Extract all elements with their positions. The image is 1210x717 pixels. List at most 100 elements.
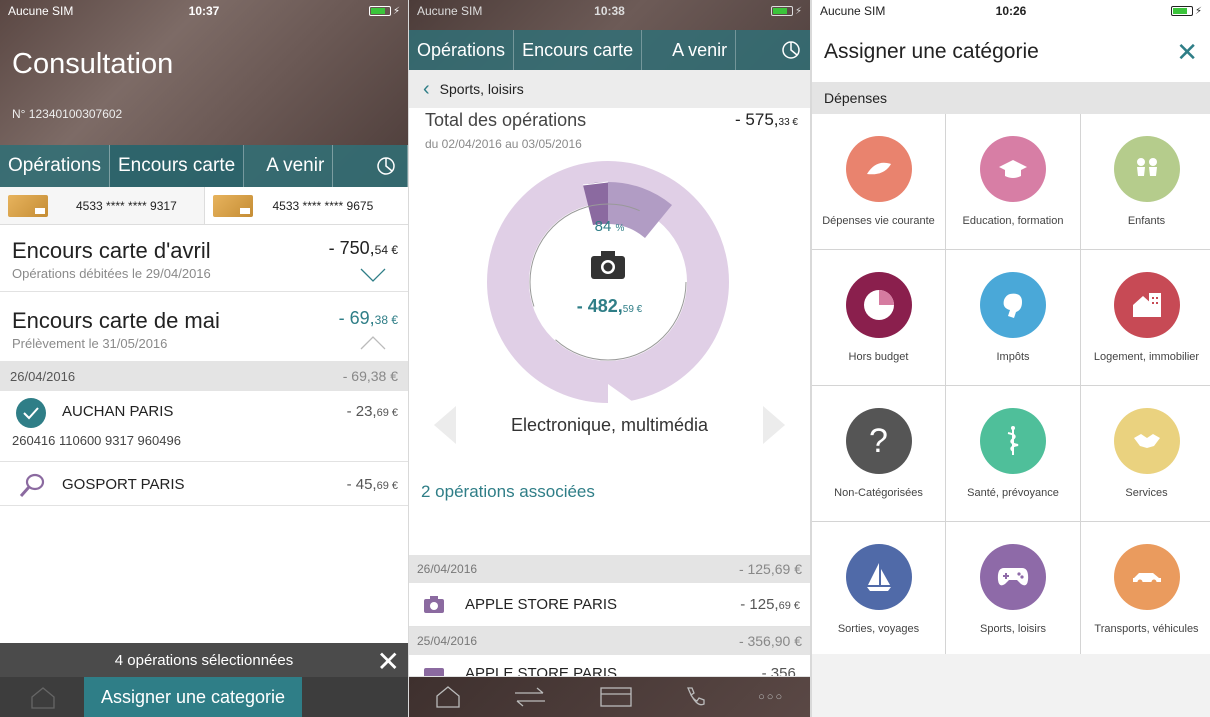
associated-operations-link[interactable]: 2 opérations associées bbox=[421, 482, 595, 502]
status-bar: Aucune SIM 10:38 ⚡ bbox=[409, 0, 810, 22]
operation-name: AUCHAN PARIS bbox=[62, 403, 174, 420]
date-label: 26/04/2016 bbox=[417, 562, 478, 576]
total-amount: - 575,33 € bbox=[735, 110, 798, 129]
encours-april[interactable]: Encours carte d'avril Opérations débitée… bbox=[0, 226, 408, 292]
bread-icon bbox=[845, 136, 912, 202]
caduceus-icon bbox=[980, 408, 1046, 474]
category-grid: Dépenses vie courante Education, formati… bbox=[812, 114, 1210, 657]
category-services[interactable]: Services bbox=[1081, 386, 1210, 521]
category-label: Non-Catégorisées bbox=[834, 487, 923, 499]
tab-operations[interactable]: Opérations bbox=[0, 145, 110, 187]
category-impots[interactable]: Impôts bbox=[946, 250, 1080, 385]
operation-detail: 260416 110600 9317 960496 bbox=[12, 433, 181, 448]
category-amount: - 482,59 € bbox=[576, 296, 643, 316]
date-range: du 02/04/2016 au 03/05/2016 bbox=[425, 137, 582, 151]
operation-amount: - 23,69 € bbox=[346, 403, 398, 420]
gamepad-icon bbox=[980, 544, 1046, 610]
category-label: Sorties, voyages bbox=[837, 623, 920, 635]
operation-row[interactable]: APPLE STORE PARIS - 125,69 € bbox=[409, 583, 810, 627]
date-label: 26/04/2016 bbox=[10, 368, 76, 384]
credit-card-icon bbox=[8, 194, 48, 217]
encours-may[interactable]: Encours carte de mai Prélèvement le 31/0… bbox=[0, 292, 408, 360]
camera-icon bbox=[591, 251, 625, 279]
operation-amount: - 125,69 € bbox=[740, 596, 800, 613]
close-icon[interactable]: ✕ bbox=[377, 645, 400, 678]
tab-bar: Opérations Encours carte A venir bbox=[0, 145, 408, 187]
date-group-header: 26/04/2016 - 69,38 € bbox=[0, 361, 408, 391]
category-sante-prevoyance[interactable]: Santé, prévoyance bbox=[946, 386, 1080, 521]
category-label: Impôts bbox=[996, 351, 1030, 363]
pie-chart-icon[interactable] bbox=[772, 30, 810, 70]
tab-encours-carte[interactable]: Encours carte bbox=[109, 145, 245, 187]
category-sports-loisirs[interactable]: Sports, loisirs bbox=[946, 522, 1080, 657]
category-label: Logement, immobilier bbox=[1093, 351, 1200, 363]
date-total: - 356,90 € bbox=[738, 633, 802, 649]
more-icon[interactable]: ○○○ bbox=[758, 691, 784, 703]
tab-operations[interactable]: Opérations bbox=[409, 30, 515, 70]
phone-icon[interactable] bbox=[684, 686, 706, 708]
bottom-nav: ○○○ bbox=[409, 677, 810, 717]
card-item-9317[interactable]: 4533 **** **** 9317 bbox=[0, 187, 205, 224]
encours-subtitle: Opérations débitées le 29/04/2016 bbox=[12, 266, 211, 281]
selection-bar: 4 opérations sélectionnées ✕ bbox=[0, 643, 408, 677]
category-enfants[interactable]: Enfants bbox=[1081, 114, 1210, 249]
operation-name: APPLE STORE PARIS bbox=[465, 665, 617, 677]
graduation-cap-icon bbox=[980, 136, 1046, 202]
operation-row[interactable]: AUCHAN PARIS 260416 110600 9317 960496 -… bbox=[0, 391, 408, 462]
breadcrumb-label: Sports, loisirs bbox=[439, 81, 524, 97]
pie-chart-icon[interactable] bbox=[364, 145, 408, 187]
modal-title: Assigner une catégorie bbox=[824, 40, 1039, 63]
close-icon[interactable]: ✕ bbox=[1176, 37, 1198, 68]
category-donut-chart[interactable] bbox=[486, 160, 730, 404]
breadcrumb[interactable]: ‹ Sports, loisirs bbox=[409, 70, 810, 108]
status-bar: Aucune SIM 10:26 ⚡ bbox=[812, 0, 1210, 22]
tab-a-venir[interactable]: A venir bbox=[244, 145, 334, 187]
screen-consultation: Aucune SIM 10:37 ⚡ Consultation N° 12340… bbox=[0, 0, 408, 717]
category-education-formation[interactable]: Education, formation bbox=[946, 114, 1080, 249]
header-bar: Aucune SIM 10:38 ⚡ Opérations Encours ca… bbox=[409, 0, 810, 70]
card-icon[interactable] bbox=[599, 686, 633, 708]
section-header: Dépenses bbox=[812, 82, 1210, 114]
category-label: Dépenses vie courante bbox=[822, 215, 935, 227]
back-chevron-icon[interactable]: ‹ bbox=[423, 78, 430, 101]
operation-row[interactable]: GOSPORT PARIS - 45,69 € bbox=[0, 462, 408, 506]
date-group-header: 25/04/2016 - 356,90 € bbox=[409, 627, 810, 655]
chevron-up-icon[interactable] bbox=[360, 336, 386, 350]
tab-a-venir[interactable]: A venir bbox=[642, 30, 737, 70]
camera-icon bbox=[424, 668, 444, 676]
modal-header: Assigner une catégorie ✕ bbox=[812, 22, 1210, 82]
card-number: 4533 **** **** 9317 bbox=[76, 198, 177, 213]
car-icon bbox=[1113, 544, 1180, 610]
category-label: Santé, prévoyance bbox=[967, 487, 1059, 499]
operation-row[interactable]: APPLE STORE PARIS - 356, bbox=[409, 655, 810, 677]
handshake-icon bbox=[1113, 408, 1180, 474]
check-circle-icon[interactable] bbox=[15, 397, 47, 429]
house-icon bbox=[1113, 272, 1180, 338]
category-depenses-vie-courante[interactable]: Dépenses vie courante bbox=[812, 114, 945, 249]
total-label: Total des opérations bbox=[425, 110, 587, 130]
home-icon[interactable] bbox=[30, 687, 56, 709]
tab-encours-carte[interactable]: Encours carte bbox=[514, 30, 643, 70]
category-non-categorisees[interactable]: ? Non-Catégorisées bbox=[812, 386, 945, 521]
encours-amount: - 69,38 € bbox=[338, 308, 398, 328]
chevron-down-icon[interactable] bbox=[360, 268, 386, 282]
sailboat-icon bbox=[845, 544, 912, 610]
category-label: Education, formation bbox=[962, 215, 1064, 227]
credit-card-icon bbox=[212, 194, 253, 217]
bottom-bar: Assigner une categorie bbox=[0, 677, 408, 717]
category-sorties-voyages[interactable]: Sorties, voyages bbox=[812, 522, 945, 657]
pie-icon bbox=[845, 272, 912, 338]
category-transports-vehicules[interactable]: Transports, véhicules bbox=[1081, 522, 1210, 657]
date-total: - 125,69 € bbox=[738, 561, 802, 577]
assign-category-button[interactable]: Assigner une categorie bbox=[84, 677, 302, 717]
home-icon[interactable] bbox=[435, 686, 461, 708]
card-item-9675[interactable]: 4533 **** **** 9675 bbox=[205, 187, 409, 224]
carrier-label: Aucune SIM bbox=[820, 4, 886, 18]
category-label: Transports, véhicules bbox=[1094, 623, 1199, 635]
category-logement-immobilier[interactable]: Logement, immobilier bbox=[1081, 250, 1210, 385]
card-selector: 4533 **** **** 9317 4533 **** **** 9675 bbox=[0, 187, 408, 225]
category-hors-budget[interactable]: Hors budget bbox=[812, 250, 945, 385]
children-icon bbox=[1113, 136, 1180, 202]
transfer-icon[interactable] bbox=[513, 686, 547, 708]
category-label: Hors budget bbox=[848, 351, 909, 363]
